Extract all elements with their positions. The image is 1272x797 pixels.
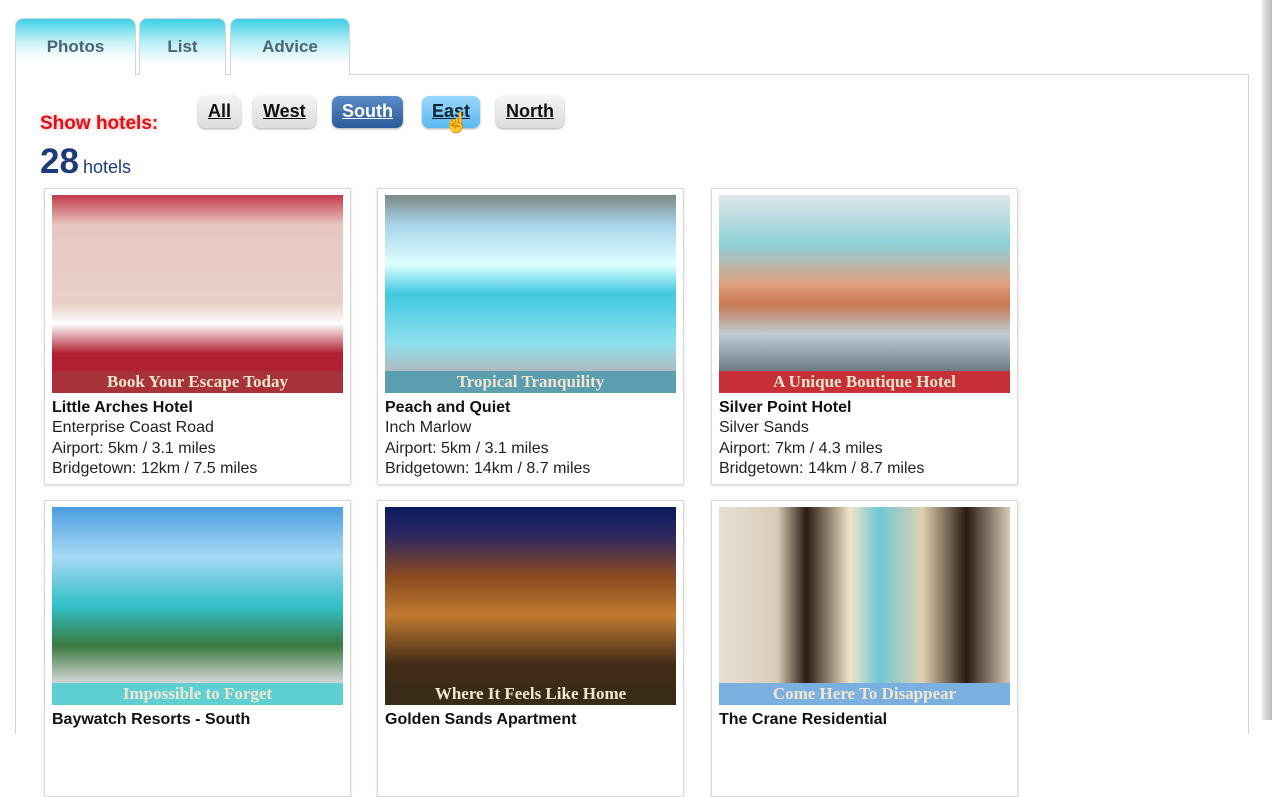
hotel-airport-distance: Airport: 5km / 3.1 miles xyxy=(385,439,549,457)
hotel-airport-distance: Airport: 5km / 3.1 miles xyxy=(52,439,216,457)
hotel-card[interactable]: Where It Feels Like Home Golden Sands Ap… xyxy=(377,500,684,797)
hotel-photo[interactable]: Impossible to Forget xyxy=(52,507,343,705)
hotel-card[interactable]: Impossible to Forget Baywatch Resorts - … xyxy=(44,500,351,797)
hotel-town-distance: Bridgetown: 14km / 8.7 miles xyxy=(719,460,925,477)
window-edge xyxy=(1262,0,1272,720)
hotel-count: 28 hotels xyxy=(40,142,131,182)
photo-caption: Tropical Tranquility xyxy=(385,371,676,393)
hotel-photo[interactable]: Tropical Tranquility xyxy=(385,195,676,393)
hotel-photo[interactable]: Book Your Escape Today xyxy=(52,195,343,393)
hotel-card[interactable]: Book Your Escape Today Little Arches Hot… xyxy=(44,188,351,485)
hotel-town-distance: Bridgetown: 12km / 7.5 miles xyxy=(52,460,258,477)
filter-all-button[interactable]: All xyxy=(198,96,242,128)
hotel-photo[interactable]: A Unique Boutique Hotel xyxy=(719,195,1010,393)
hotel-area: Enterprise Coast Road xyxy=(52,419,214,436)
hotel-area: Inch Marlow xyxy=(385,419,472,436)
hotel-card[interactable]: Tropical Tranquility Peach and Quiet Inc… xyxy=(377,188,684,485)
hotel-town-distance: Bridgetown: 14km / 8.7 miles xyxy=(385,460,591,477)
hotel-name[interactable]: Silver Point Hotel xyxy=(719,397,1010,418)
filter-south-button[interactable]: South xyxy=(332,96,403,128)
photo-caption: Impossible to Forget xyxy=(52,683,343,705)
photo-caption: Book Your Escape Today xyxy=(52,371,343,393)
hotel-name[interactable]: Peach and Quiet xyxy=(385,397,676,418)
hotel-name[interactable]: Little Arches Hotel xyxy=(52,397,343,418)
filter-west-button[interactable]: West xyxy=(253,96,316,128)
tab-photos[interactable]: Photos xyxy=(15,18,136,76)
photo-caption: Where It Feels Like Home xyxy=(385,683,676,705)
hotel-photo[interactable]: Come Here To Disappear xyxy=(719,507,1010,705)
hand-cursor-icon: ☝ xyxy=(444,112,469,134)
tab-advice[interactable]: Advice xyxy=(230,18,350,75)
hotel-airport-distance: Airport: 7km / 4.3 miles xyxy=(719,439,883,457)
photo-caption: Come Here To Disappear xyxy=(719,683,1010,705)
photo-caption: A Unique Boutique Hotel xyxy=(719,371,1010,393)
hotel-area: Silver Sands xyxy=(719,419,809,436)
hotel-card[interactable]: A Unique Boutique Hotel Silver Point Hot… xyxy=(711,188,1018,485)
filter-north-button[interactable]: North xyxy=(496,96,564,128)
hotel-count-number: 28 xyxy=(40,142,79,181)
hotel-card[interactable]: Come Here To Disappear The Crane Residen… xyxy=(711,500,1018,797)
show-hotels-label: Show hotels: xyxy=(40,113,159,134)
hotel-count-unit: hotels xyxy=(82,157,131,177)
tab-list[interactable]: List xyxy=(139,18,226,75)
hotel-photo[interactable]: Where It Feels Like Home xyxy=(385,507,676,705)
